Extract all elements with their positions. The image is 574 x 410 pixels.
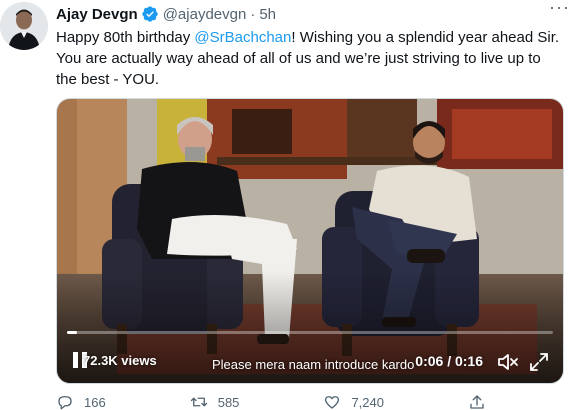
- video-caption: Please mera naam introduce kardo: [212, 357, 415, 372]
- tweet-timestamp[interactable]: 5h: [259, 6, 276, 23]
- like-button[interactable]: 7,240: [323, 393, 384, 410]
- author-name[interactable]: Ajay Devgn: [56, 6, 138, 23]
- more-options-icon[interactable]: ···: [549, 0, 570, 16]
- reply-icon: [58, 396, 72, 410]
- reply-count: 166: [84, 394, 106, 410]
- reply-button[interactable]: 166: [56, 393, 106, 410]
- action-bar: 166 585 7,240: [56, 392, 496, 410]
- tweet-text: Happy 80th birthday @SrBachchan! Wishing…: [56, 27, 560, 90]
- tweet-header: Ajay Devgn @ajaydevgn · 5h: [56, 4, 564, 24]
- tweet-line-2: You are actually way ahead of all of us …: [56, 50, 541, 67]
- verified-badge-icon: [142, 6, 158, 22]
- retweet-count: 585: [217, 394, 240, 410]
- video-player[interactable]: 72.3K views Please mera naam introduce k…: [56, 98, 564, 384]
- retweet-icon: [190, 397, 207, 407]
- fullscreen-icon[interactable]: [529, 352, 549, 372]
- tweet-text-segment: ! Wishing you a splendid year ahead Sir.: [291, 29, 560, 46]
- avatar-photo: [0, 2, 48, 50]
- tweet-text-segment: Happy 80th birthday: [56, 29, 195, 46]
- tweet: Ajay Devgn @ajaydevgn · 5h ··· Happy 80t…: [0, 0, 574, 410]
- avatar[interactable]: [0, 2, 48, 50]
- mute-icon[interactable]: [497, 352, 519, 372]
- author-handle[interactable]: @ajaydevgn: [163, 6, 247, 23]
- mention-link[interactable]: @SrBachchan: [194, 29, 291, 46]
- view-count: 72.3K views: [83, 353, 157, 368]
- separator-dot: ·: [250, 5, 256, 23]
- video-progress-bar[interactable]: [67, 331, 553, 334]
- share-icon: [470, 395, 484, 409]
- heart-icon: [325, 396, 340, 409]
- video-progress-fill: [67, 331, 77, 334]
- video-frame: [57, 99, 563, 383]
- retweet-button[interactable]: 585: [190, 393, 240, 410]
- like-count: 7,240: [351, 394, 384, 410]
- tweet-line-1: Happy 80th birthday @SrBachchan! Wishing…: [56, 27, 560, 48]
- video-timecode: 0:06 / 0:16: [415, 353, 483, 369]
- share-button[interactable]: [468, 393, 496, 410]
- tweet-line-3: the best - YOU.: [56, 71, 160, 88]
